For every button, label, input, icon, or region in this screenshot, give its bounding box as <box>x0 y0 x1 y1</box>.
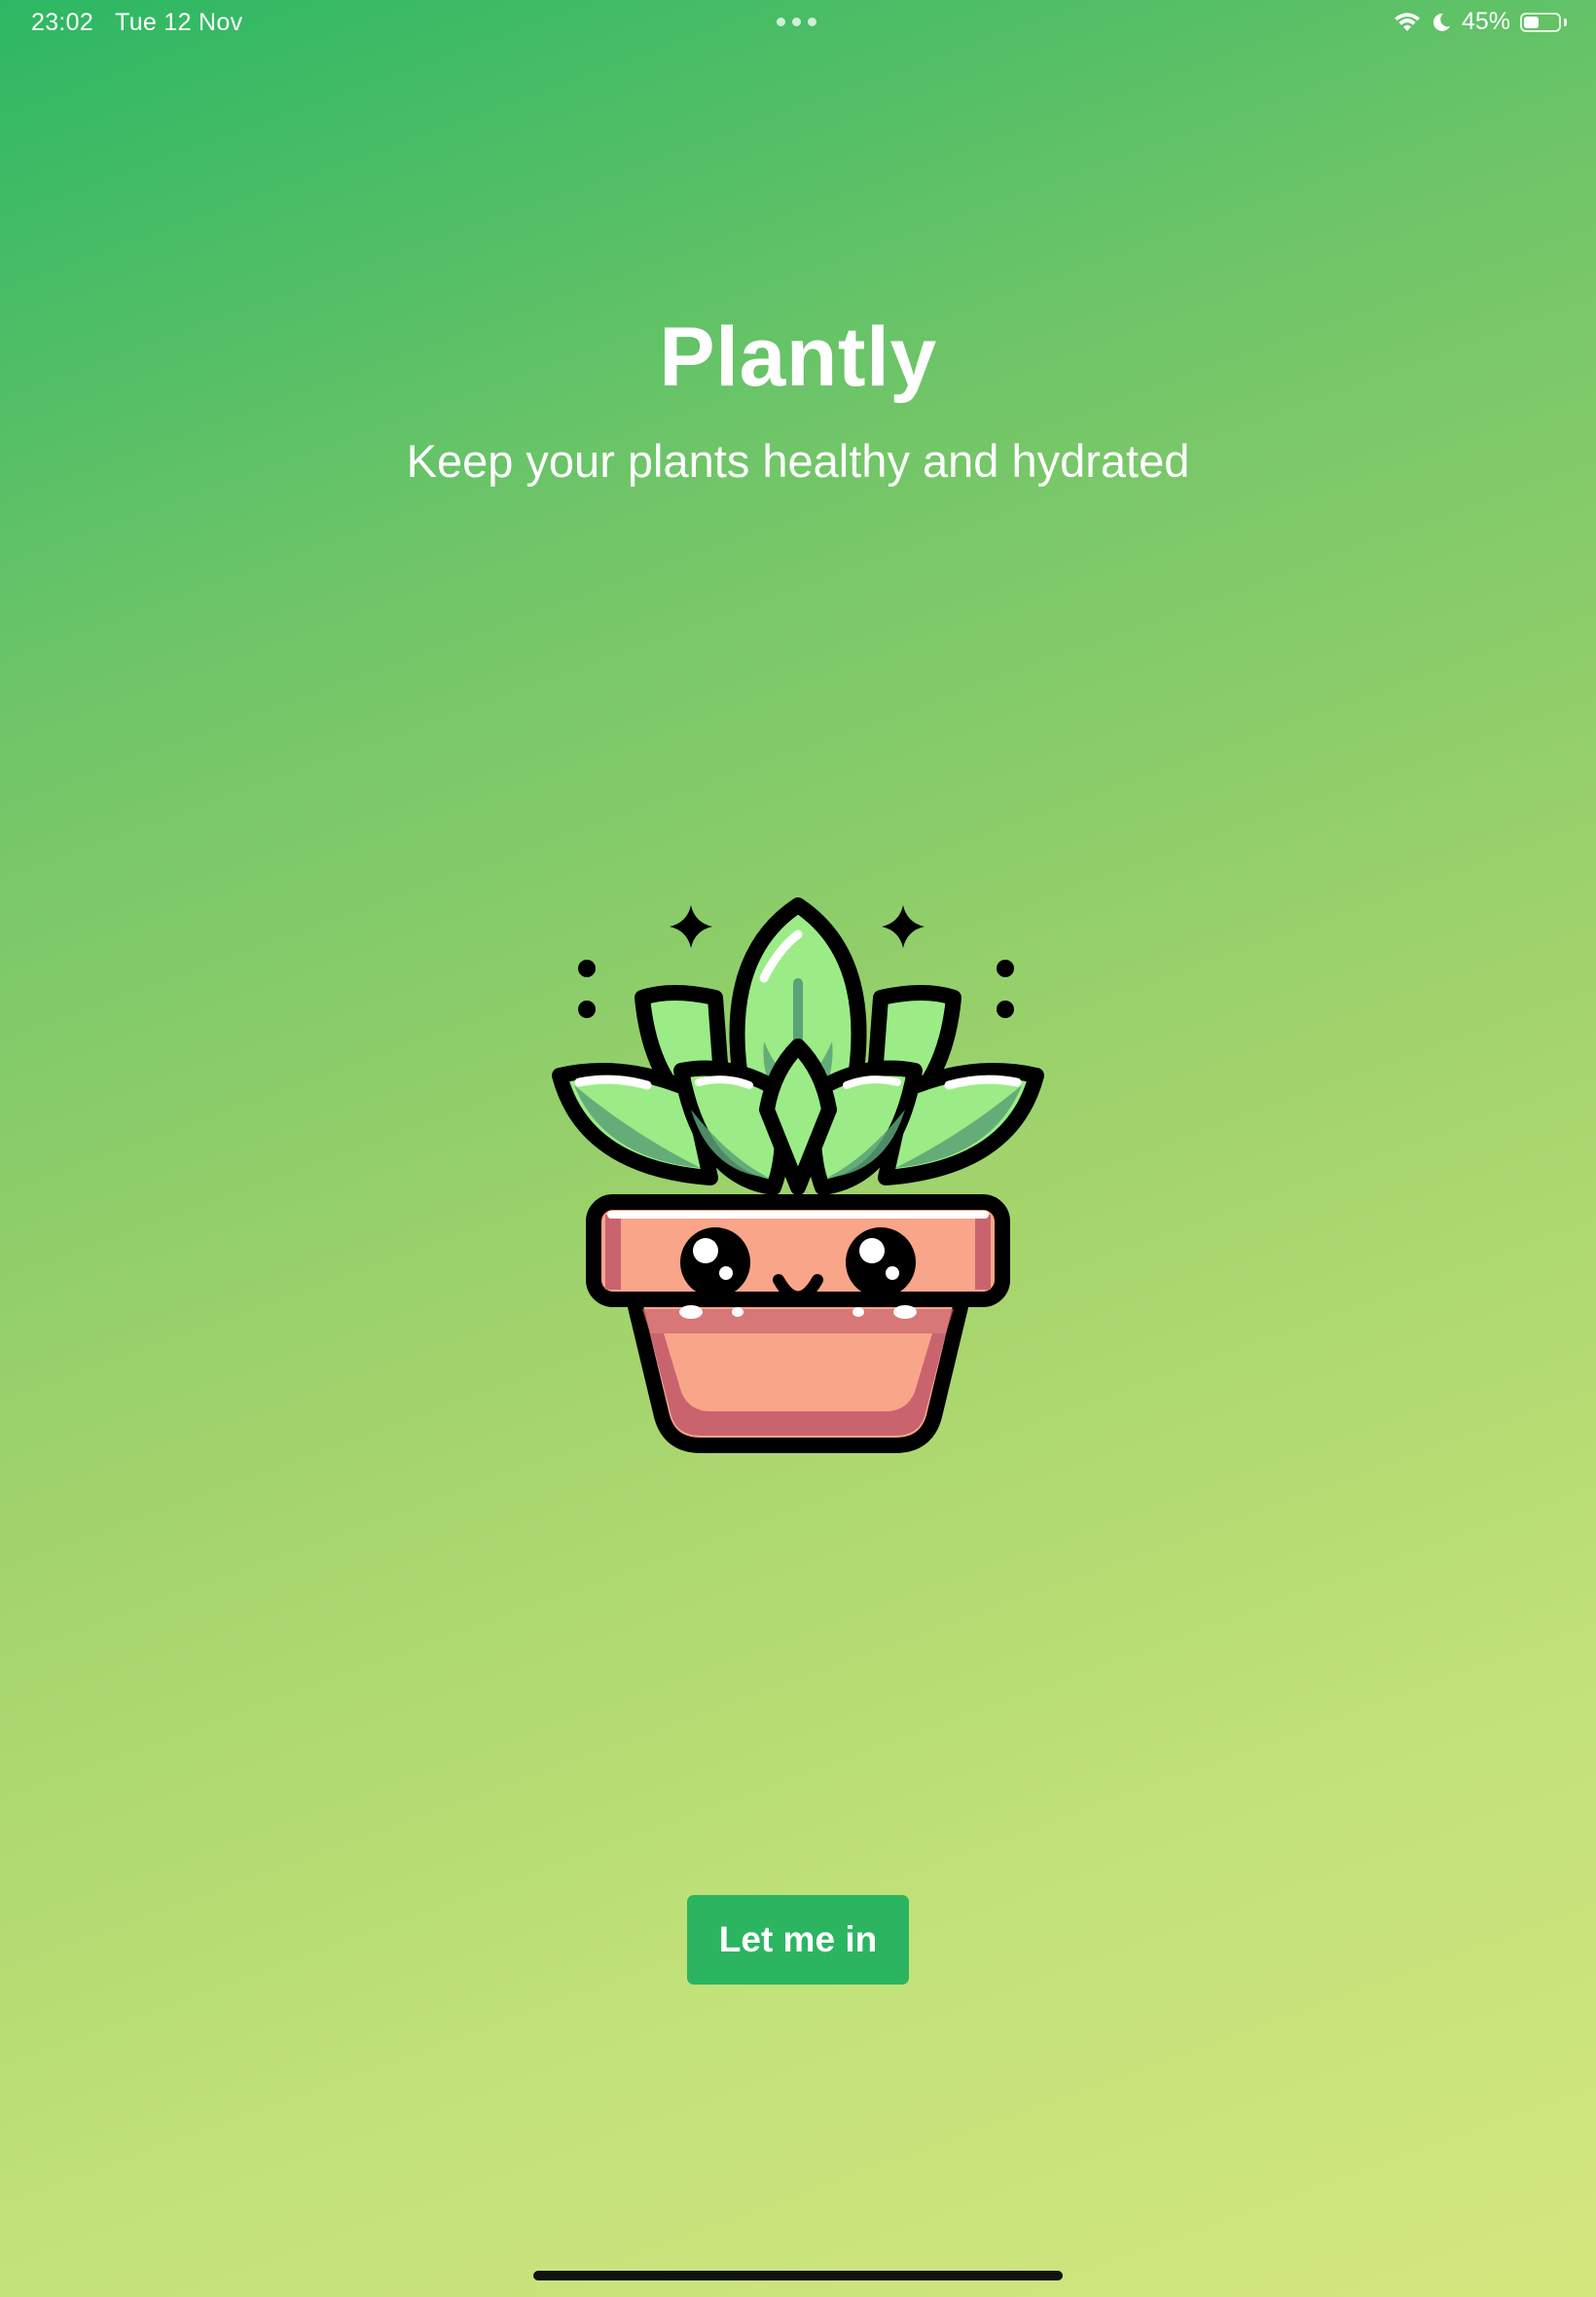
status-bar: 23:02 Tue 12 Nov 45% <box>0 0 1596 47</box>
battery-icon <box>1520 12 1561 32</box>
home-indicator[interactable] <box>533 2271 1063 2280</box>
status-right: 45% <box>1394 8 1567 36</box>
status-date: Tue 12 Nov <box>115 9 243 36</box>
let-me-in-button[interactable]: Let me in <box>687 1895 909 1985</box>
status-time: 23:02 <box>31 9 94 36</box>
moon-icon <box>1433 13 1450 31</box>
battery-percentage: 45% <box>1461 8 1510 35</box>
status-left: 23:02 Tue 12 Nov <box>31 9 242 37</box>
battery-fill <box>1524 16 1540 28</box>
potted-plant-mascot-icon <box>552 897 1044 1453</box>
battery-cap <box>1564 18 1567 26</box>
app-subtitle: Keep your plants healthy and hydrated <box>406 435 1190 487</box>
wifi-icon <box>1394 12 1420 31</box>
app-title: Plantly <box>659 310 937 404</box>
multitasking-dots-icon[interactable] <box>777 18 816 26</box>
